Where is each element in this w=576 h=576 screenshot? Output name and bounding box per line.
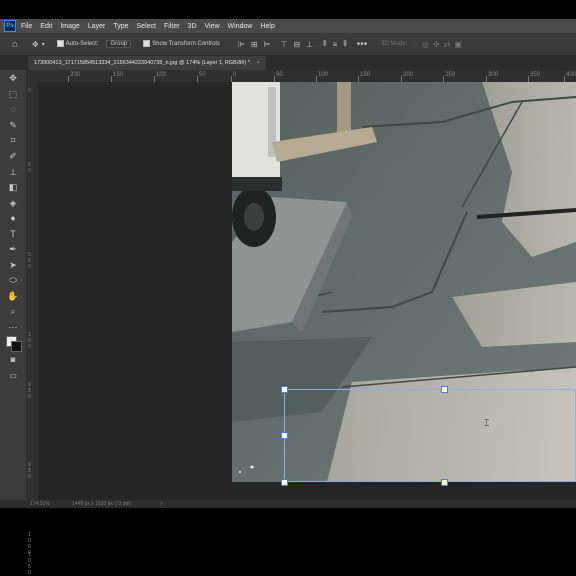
- align-middle-icon[interactable]: ⊟: [293, 40, 300, 49]
- document-tab-title: 173900413_171715854513334_21563442230407…: [34, 60, 250, 66]
- text-cursor-icon: ⌶: [484, 418, 490, 428]
- ruler-tick-label: 1 0 0: [28, 332, 31, 350]
- menu-view[interactable]: View: [205, 23, 220, 30]
- 3d-orbit-icon[interactable]: ◌: [413, 40, 418, 49]
- more-options-icon[interactable]: •••: [357, 39, 368, 50]
- clone-stamp-tool-icon[interactable]: ⊥: [7, 166, 19, 178]
- 3d-roll-icon[interactable]: ◎: [422, 40, 429, 49]
- screen-mode-icon[interactable]: ▭: [7, 370, 19, 382]
- 3d-slide-icon[interactable]: ⇄: [444, 40, 451, 49]
- ruler-tick-label: 350: [530, 72, 541, 78]
- menu-3d[interactable]: 3D: [188, 23, 197, 30]
- zoom-tool-icon[interactable]: ⌕: [7, 305, 19, 317]
- pen-tool-icon[interactable]: ✒: [7, 243, 19, 255]
- ruler-tick-label: 100: [156, 72, 167, 78]
- menu-window[interactable]: Window: [228, 23, 253, 30]
- ruler-tick-label: 200: [403, 72, 414, 78]
- ruler-tick-label: 0: [28, 88, 31, 94]
- transform-handle-bottom-left[interactable]: [281, 479, 288, 486]
- align-top-icon[interactable]: ⊤: [280, 40, 287, 49]
- crop-tool-icon[interactable]: ⌗: [7, 134, 19, 146]
- menu-image[interactable]: Image: [60, 23, 79, 30]
- menu-bar: Ps File Edit Image Layer Type Select Fil…: [0, 19, 576, 33]
- ruler-tick-label: 400: [566, 72, 576, 78]
- path-select-tool-icon[interactable]: ➤: [7, 259, 19, 271]
- document-tab[interactable]: 173900413_171715854513334_21563442230407…: [28, 56, 266, 70]
- zoom-level[interactable]: 174.21%: [30, 500, 50, 508]
- ruler-tick-label: 5 5 0: [28, 252, 31, 270]
- marquee-tool-icon[interactable]: ⬚: [7, 88, 19, 100]
- type-tool-icon[interactable]: T: [7, 228, 19, 240]
- ruler-tick-label: 250: [445, 72, 456, 78]
- distribute-icon[interactable]: ⦀: [323, 39, 327, 49]
- transform-handle-top-left[interactable]: [281, 386, 288, 393]
- tools-panel: ✥ ⬚ ◌ ✎ ⌗ ✐ ⊥ ◧ ◈ ● T ✒ ➤ ⬭ ✋ ⌕ ⋯ ◙ ▭: [0, 70, 27, 500]
- show-transform-checkbox[interactable]: [143, 35, 152, 53]
- ruler-tick-label: 9 5 0: [28, 382, 31, 400]
- home-icon[interactable]: ⌂: [12, 39, 18, 50]
- status-menu-arrow-icon[interactable]: >: [160, 500, 163, 508]
- menu-layer[interactable]: Layer: [88, 23, 106, 30]
- show-transform-label: Show Transform Controls: [152, 41, 220, 47]
- transform-bounding-box[interactable]: [284, 389, 576, 482]
- options-bar: ⌂ ✥ ▾ Auto-Select: Group Show Transform …: [0, 33, 576, 56]
- ruler-tick-label: 150: [360, 72, 371, 78]
- paint-bucket-icon[interactable]: ◈: [7, 197, 19, 209]
- ruler-tick-label: 50: [276, 72, 283, 78]
- menu-select[interactable]: Select: [137, 23, 156, 30]
- ruler-tick-label: 5 0: [28, 162, 31, 174]
- quick-select-tool-icon[interactable]: ✎: [7, 119, 19, 131]
- ruler-tick-label: 200: [70, 72, 81, 78]
- close-tab-icon[interactable]: ×: [257, 60, 260, 66]
- shape-tool-icon[interactable]: ⬭: [7, 274, 19, 286]
- ruler-tick-label: 100: [318, 72, 329, 78]
- transform-handle-middle-left[interactable]: [281, 432, 288, 439]
- ruler-tick-label: 9 5 0: [28, 462, 31, 480]
- 3d-pan-icon[interactable]: ✣: [433, 40, 440, 49]
- ruler-tick-label: 300: [488, 72, 499, 78]
- ruler-tick-label: 0: [233, 72, 237, 78]
- align-center-icon[interactable]: ⊞: [251, 40, 258, 49]
- distribute-horizontal-icon[interactable]: ⫴: [343, 39, 346, 49]
- ruler-tick-label: 150: [113, 72, 124, 78]
- menu-edit[interactable]: Edit: [40, 23, 52, 30]
- document-size: 1440 px x 1920 px (72 ppi): [72, 501, 132, 507]
- menu-filter[interactable]: Filter: [164, 23, 180, 30]
- ruler-tick-label: 50: [199, 72, 206, 78]
- distribute-vertical-icon[interactable]: ≡: [333, 40, 338, 49]
- transform-handle-bottom-middle[interactable]: [441, 479, 448, 486]
- align-bottom-icon[interactable]: ⊥: [306, 40, 313, 49]
- status-bar: 174.21% 1440 px x 1920 px (72 ppi) >: [0, 500, 576, 508]
- 3d-scale-icon[interactable]: ▣: [454, 40, 462, 49]
- lasso-tool-icon[interactable]: ◌: [7, 103, 19, 115]
- align-left-icon[interactable]: ⊫: [238, 40, 245, 49]
- align-right-icon[interactable]: ⊨: [264, 40, 271, 49]
- menu-help[interactable]: Help: [260, 23, 274, 30]
- menu-type[interactable]: Type: [113, 23, 128, 30]
- ruler-tick-label: 1 0 5 0: [28, 552, 31, 576]
- auto-select-checkbox[interactable]: [56, 35, 66, 53]
- document-tab-bar: 173900413_171715854513334_21563442230407…: [0, 56, 576, 70]
- dodge-tool-icon[interactable]: ●: [7, 212, 19, 224]
- auto-select-label: Auto-Select:: [65, 41, 99, 47]
- background-color-swatch[interactable]: [11, 341, 22, 352]
- tool-preset-chevron-icon[interactable]: ▾: [42, 41, 45, 48]
- auto-select-dropdown[interactable]: Group: [106, 40, 132, 48]
- 3d-mode-label: 3D Mode:: [381, 41, 408, 47]
- eraser-tool-icon[interactable]: ◧: [7, 181, 19, 193]
- photoshop-logo-icon: Ps: [4, 20, 16, 32]
- brush-tool-icon[interactable]: ✐: [7, 150, 19, 162]
- menu-file[interactable]: File: [21, 23, 32, 30]
- move-tool-icon[interactable]: ✥: [7, 72, 19, 84]
- more-tools-icon[interactable]: ⋯: [7, 321, 19, 333]
- transform-handle-top-middle[interactable]: [441, 386, 448, 393]
- quick-mask-icon[interactable]: ◙: [7, 354, 19, 366]
- hand-tool-icon[interactable]: ✋: [7, 290, 19, 302]
- move-tool-icon[interactable]: ✥: [32, 40, 39, 49]
